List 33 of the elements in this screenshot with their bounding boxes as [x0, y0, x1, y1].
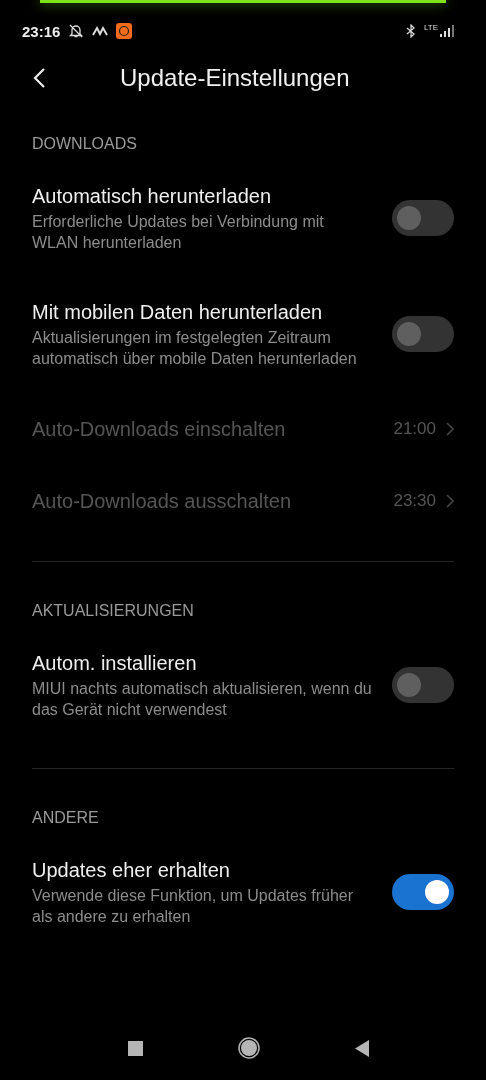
setting-title: Autom. installieren — [32, 651, 198, 676]
bluetooth-icon — [405, 24, 416, 38]
setting-description: Erforderliche Updates bei Verbindung mit WLAN herunterladen — [32, 212, 325, 253]
setting-description: Aktualisierungen im festgelegten Zeitraum automatisch über mobile Daten herunterladen — [32, 328, 358, 369]
back-nav-icon[interactable] — [354, 1039, 369, 1057]
setting-value: 23:30 — [393, 491, 436, 511]
home-icon[interactable] — [237, 1037, 260, 1059]
wave-icon — [92, 25, 109, 37]
chevron-icon — [446, 494, 454, 508]
bell-off-icon — [68, 23, 85, 39]
setting-title: Auto-Downloads einschalten — [32, 417, 287, 442]
setting-description: MIUI nachts automatisch aktualisieren, wenn du das Gerät nicht verwendest — [32, 679, 372, 720]
section-header: DOWNLOADS — [31, 134, 138, 154]
network-type: LTE — [423, 23, 438, 32]
toggle-switch[interactable] — [392, 667, 454, 703]
setting-title: Automatisch herunterladen — [32, 184, 273, 209]
page-title: Update-Einstellungen — [120, 64, 350, 92]
toggle-switch[interactable] — [392, 316, 454, 352]
section-header: ANDERE — [31, 808, 100, 828]
setting-title: Auto-Downloads ausschalten — [32, 489, 293, 514]
section-header: AKTUALISIERUNGEN — [31, 601, 195, 621]
toggle-switch[interactable] — [392, 874, 454, 910]
setting-title: Updates eher erhalten — [32, 858, 231, 883]
setting-value: 21:00 — [393, 419, 436, 439]
recent-apps-icon[interactable] — [127, 1040, 143, 1056]
chevron-icon — [446, 422, 454, 436]
toggle-switch[interactable] — [392, 200, 454, 236]
signal-icon — [440, 25, 454, 37]
app-icon — [116, 23, 133, 39]
setting-description: Verwende diese Funktion, um Updates früher als andere zu erhalten — [32, 886, 355, 927]
status-time: 23:16 — [22, 22, 61, 40]
setting-title: Mit mobilen Daten herunterladen — [32, 300, 324, 325]
back-button[interactable] — [32, 66, 48, 90]
